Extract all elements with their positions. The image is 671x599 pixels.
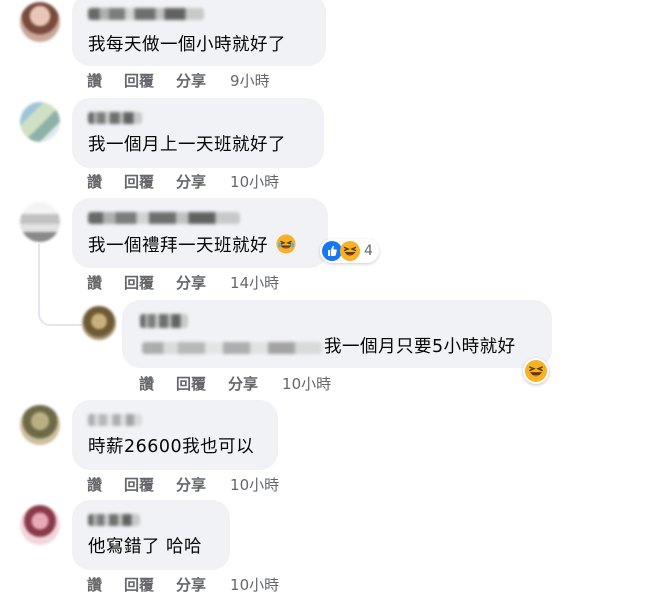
comment-actions: 讚 回覆 分享 14小時 xyxy=(87,272,301,293)
comment-bubble: 時薪26600我也可以 xyxy=(72,400,278,470)
commenter-avatar[interactable] xyxy=(82,306,116,340)
like-button[interactable]: 讚 xyxy=(87,474,102,495)
comment-timestamp[interactable]: 10小時 xyxy=(230,171,279,192)
comment-text: 我一個月上一天班就好了 xyxy=(88,135,286,155)
like-reaction-icon xyxy=(322,241,342,261)
comment-bubble: 我一個月上一天班就好了 xyxy=(72,98,324,168)
like-button[interactable]: 讚 xyxy=(87,574,102,595)
commenter-name-blurred[interactable] xyxy=(88,514,140,526)
like-button[interactable]: 讚 xyxy=(139,373,154,394)
reply-button[interactable]: 回覆 xyxy=(176,373,206,394)
reply-button[interactable]: 回覆 xyxy=(124,171,154,192)
reaction-count: 4 xyxy=(364,243,373,259)
comment-text-content: 我一個禮拜一天班就好 xyxy=(88,236,268,256)
commenter-avatar[interactable] xyxy=(20,2,60,42)
comment-text: 時薪26600我也可以 xyxy=(88,437,255,457)
commenter-avatar[interactable] xyxy=(20,505,60,545)
comment-actions: 讚 回覆 分享 9小時 xyxy=(87,70,292,91)
commenter-name-blurred[interactable] xyxy=(140,314,188,328)
reaction-summary[interactable] xyxy=(523,358,549,384)
commenter-avatar[interactable] xyxy=(20,102,60,142)
commenter-name-blurred[interactable] xyxy=(88,414,142,426)
commenter-name-blurred[interactable] xyxy=(88,112,142,124)
reply-button[interactable]: 回覆 xyxy=(124,574,154,595)
haha-reaction-icon xyxy=(340,241,360,261)
comment-actions: 讚 回覆 分享 10小時 xyxy=(87,171,301,192)
comment-timestamp[interactable]: 10小時 xyxy=(230,474,279,495)
comment-timestamp[interactable]: 10小時 xyxy=(230,574,279,595)
comment-bubble: 他寫錯了 哈哈 xyxy=(72,500,230,570)
comment-text: 我每天做一個小時就好了 xyxy=(88,35,286,55)
share-button[interactable]: 分享 xyxy=(176,70,206,91)
like-button[interactable]: 讚 xyxy=(87,70,102,91)
comment-bubble: 我一個月只要5小時就好 xyxy=(122,300,552,368)
comment-text: 他寫錯了 哈哈 xyxy=(88,537,203,557)
laughing-emoji-icon xyxy=(276,234,296,254)
commenter-avatar[interactable] xyxy=(20,405,60,445)
commenter-name-blurred[interactable] xyxy=(88,212,240,224)
comment-text: 我一個禮拜一天班就好 xyxy=(88,234,296,257)
comment-actions: 讚 回覆 分享 10小時 xyxy=(139,373,353,394)
reply-button[interactable]: 回覆 xyxy=(124,70,154,91)
share-button[interactable]: 分享 xyxy=(176,574,206,595)
reply-button[interactable]: 回覆 xyxy=(124,474,154,495)
mentioned-name-blurred[interactable] xyxy=(142,342,322,354)
share-button[interactable]: 分享 xyxy=(176,474,206,495)
reply-button[interactable]: 回覆 xyxy=(124,272,154,293)
commenter-name-blurred[interactable] xyxy=(88,8,204,20)
like-button[interactable]: 讚 xyxy=(87,171,102,192)
haha-reaction-icon xyxy=(525,360,547,382)
reaction-summary[interactable]: 4 xyxy=(320,239,379,263)
commenter-avatar[interactable] xyxy=(20,202,60,242)
comment-bubble: 我每天做一個小時就好了 xyxy=(72,0,326,66)
comment-bubble: 我一個禮拜一天班就好 xyxy=(72,198,328,268)
comment-actions: 讚 回覆 分享 10小時 xyxy=(87,474,301,495)
comment-text: 我一個月只要5小時就好 xyxy=(324,337,516,357)
comment-timestamp[interactable]: 10小時 xyxy=(282,373,331,394)
share-button[interactable]: 分享 xyxy=(228,373,258,394)
share-button[interactable]: 分享 xyxy=(176,171,206,192)
comment-actions: 讚 回覆 分享 10小時 xyxy=(87,574,301,595)
like-button[interactable]: 讚 xyxy=(87,272,102,293)
comment-timestamp[interactable]: 9小時 xyxy=(230,70,270,91)
share-button[interactable]: 分享 xyxy=(176,272,206,293)
comment-timestamp[interactable]: 14小時 xyxy=(230,272,279,293)
